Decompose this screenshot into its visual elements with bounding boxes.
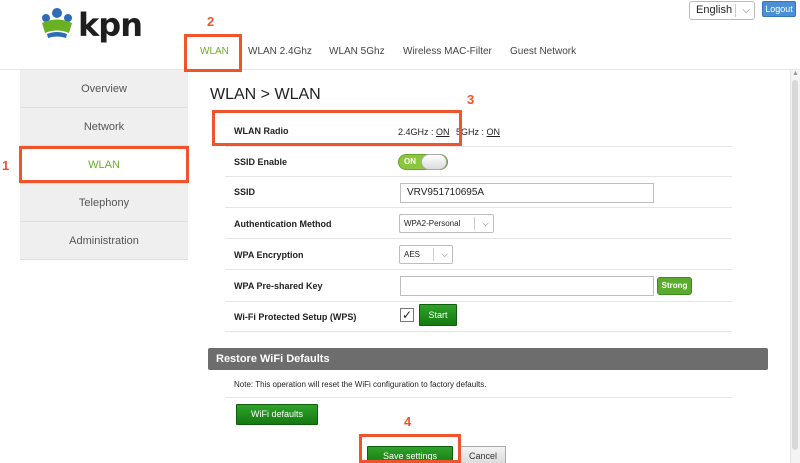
chevron-down-icon: ⌵ (742, 5, 750, 16)
tab-wlan-5ghz[interactable]: WLAN 5Ghz (329, 46, 385, 57)
sidebar-item-administration[interactable]: Administration (20, 222, 188, 260)
radio-5ghz-link[interactable]: ON (487, 127, 501, 137)
chevron-down-icon: ⌵ (482, 218, 489, 228)
tab-wireless-mac-filter[interactable]: Wireless MAC-Filter (403, 46, 492, 57)
wps-checkbox[interactable]: ✓ (400, 308, 414, 322)
psk-input[interactable] (400, 276, 654, 296)
annotation-number-4: 4 (404, 414, 412, 429)
scroll-up-icon[interactable]: ▲ (792, 70, 799, 77)
logo-wordmark: kpn (78, 6, 143, 44)
annotation-number-2: 2 (207, 14, 215, 29)
ssid-input[interactable]: VRV951710695A (400, 183, 654, 203)
auth-method-label: Authentication Method (234, 219, 332, 229)
auth-method-selected: WPA2-Personal (404, 219, 461, 228)
annotation-box-4 (359, 434, 461, 463)
toggle-knob (421, 154, 447, 170)
psk-label: WPA Pre-shared Key (234, 281, 323, 291)
annotation-box-1 (19, 146, 189, 183)
wpa-encryption-selected: AES (404, 250, 421, 259)
form-row-wps: Wi-Fi Protected Setup (WPS) (225, 302, 732, 332)
sidebar-item-overview[interactable]: Overview (20, 70, 188, 108)
annotation-number-1: 1 (2, 158, 10, 173)
restore-section-header: Restore WiFi Defaults (208, 348, 768, 370)
toggle-on-text: ON (404, 157, 416, 166)
auth-method-select[interactable]: WPA2-Personal ⌵ (399, 214, 494, 233)
chevron-down-icon: ⌵ (441, 249, 448, 259)
sidebar-item-telephony[interactable]: Telephony (20, 184, 188, 222)
page-title: WLAN > WLAN (210, 86, 321, 103)
ssid-label: SSID (234, 187, 256, 197)
wpa-encryption-select[interactable]: AES ⌵ (399, 245, 453, 264)
kpn-crown-icon (42, 8, 72, 38)
password-strength-badge: Strong (657, 277, 692, 295)
language-selected: English (696, 4, 733, 16)
wpa-encryption-label: WPA Encryption (234, 250, 304, 260)
ssid-enable-label: SSID Enable (234, 157, 288, 167)
language-select[interactable]: English ⌵ (689, 1, 755, 20)
logout-button[interactable]: Logout (762, 1, 796, 17)
annotation-box-2 (184, 34, 242, 72)
wps-start-button[interactable]: Start (419, 304, 457, 326)
wps-label: Wi-Fi Protected Setup (WPS) (234, 312, 357, 322)
ssid-enable-toggle[interactable]: ON (398, 154, 448, 170)
section-divider (225, 397, 732, 398)
wifi-defaults-button[interactable]: WiFi defaults (236, 404, 318, 425)
tab-guest-network[interactable]: Guest Network (510, 46, 576, 57)
form-row-ssid-enable: SSID Enable (225, 147, 732, 177)
checkmark-icon: ✓ (401, 308, 413, 322)
sidebar-item-network[interactable]: Network (20, 108, 188, 146)
form-row-wpa-encryption: WPA Encryption (225, 239, 732, 270)
scrollbar-thumb[interactable] (792, 80, 798, 450)
restore-note: Note: This operation will reset the WiFi… (234, 380, 487, 389)
annotation-number-3: 3 (467, 92, 475, 107)
kpn-logo: kpn (38, 6, 143, 44)
annotation-box-3 (212, 110, 462, 146)
tab-wlan-24ghz[interactable]: WLAN 2.4Ghz (248, 46, 312, 57)
cancel-button[interactable]: Cancel (460, 446, 506, 463)
